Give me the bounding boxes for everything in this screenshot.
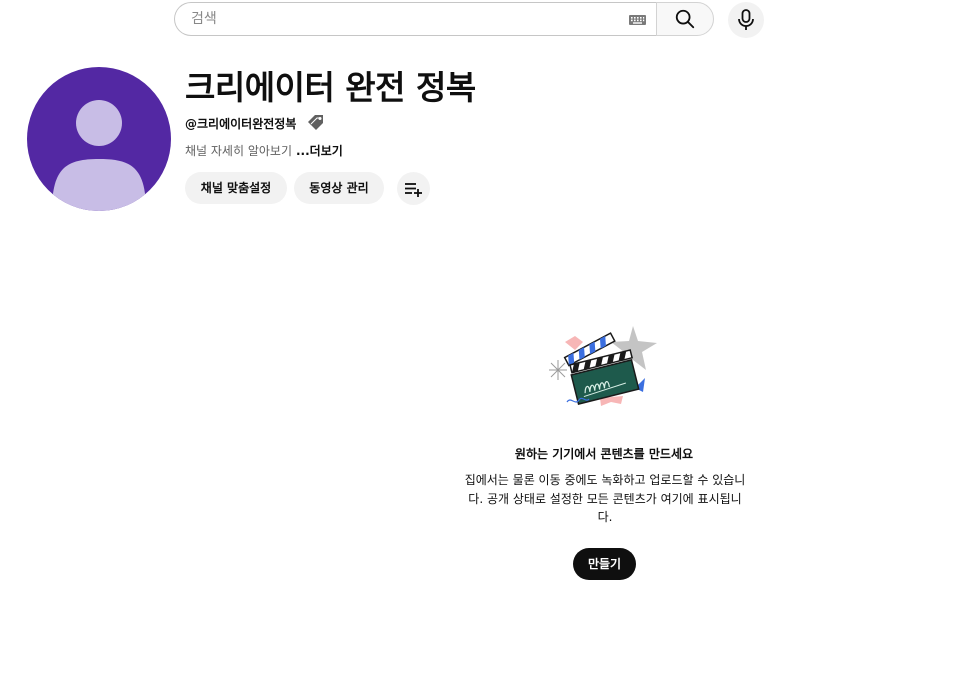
channel-handle-row: @크리에이터완전정복	[185, 114, 326, 132]
channel-title: 크리에이터 완전 정복	[185, 68, 476, 107]
customize-channel-button[interactable]: 채널 맞춤설정	[185, 172, 287, 204]
keyboard-icon[interactable]	[629, 15, 646, 25]
search-box[interactable]	[174, 2, 656, 36]
description-text: 채널 자세히 알아보기	[185, 144, 292, 158]
channel-description[interactable]: 채널 자세히 알아보기 ...더보기	[185, 143, 343, 160]
voice-search-button[interactable]	[728, 2, 764, 38]
empty-state-description: 집에서는 물론 이동 중에도 녹화하고 업로드할 수 있습니다. 공개 상태로 …	[464, 473, 746, 524]
search-button[interactable]	[656, 2, 714, 36]
create-button[interactable]: 만들기	[573, 548, 636, 580]
clapperboard-illustration	[549, 326, 657, 406]
channel-handle: @크리에이터완전정복	[185, 116, 297, 131]
channel-avatar[interactable]	[27, 67, 171, 211]
empty-state-title: 원하는 기기에서 콘텐츠를 만드세요	[514, 447, 694, 461]
default-user-icon	[52, 100, 146, 211]
add-content-button[interactable]	[397, 172, 430, 205]
playlist-add-icon	[405, 182, 422, 197]
microphone-icon	[738, 9, 754, 30]
more-link[interactable]: ...더보기	[296, 144, 343, 158]
channel-page: 크리에이터 완전 정복 @크리에이터완전정복 채널 자세히 알아보기 ...더보기…	[0, 0, 980, 692]
tag-icon[interactable]	[306, 114, 326, 132]
search-input[interactable]	[191, 3, 621, 35]
manage-videos-button[interactable]: 동영상 관리	[294, 172, 384, 204]
search-icon	[675, 9, 695, 29]
